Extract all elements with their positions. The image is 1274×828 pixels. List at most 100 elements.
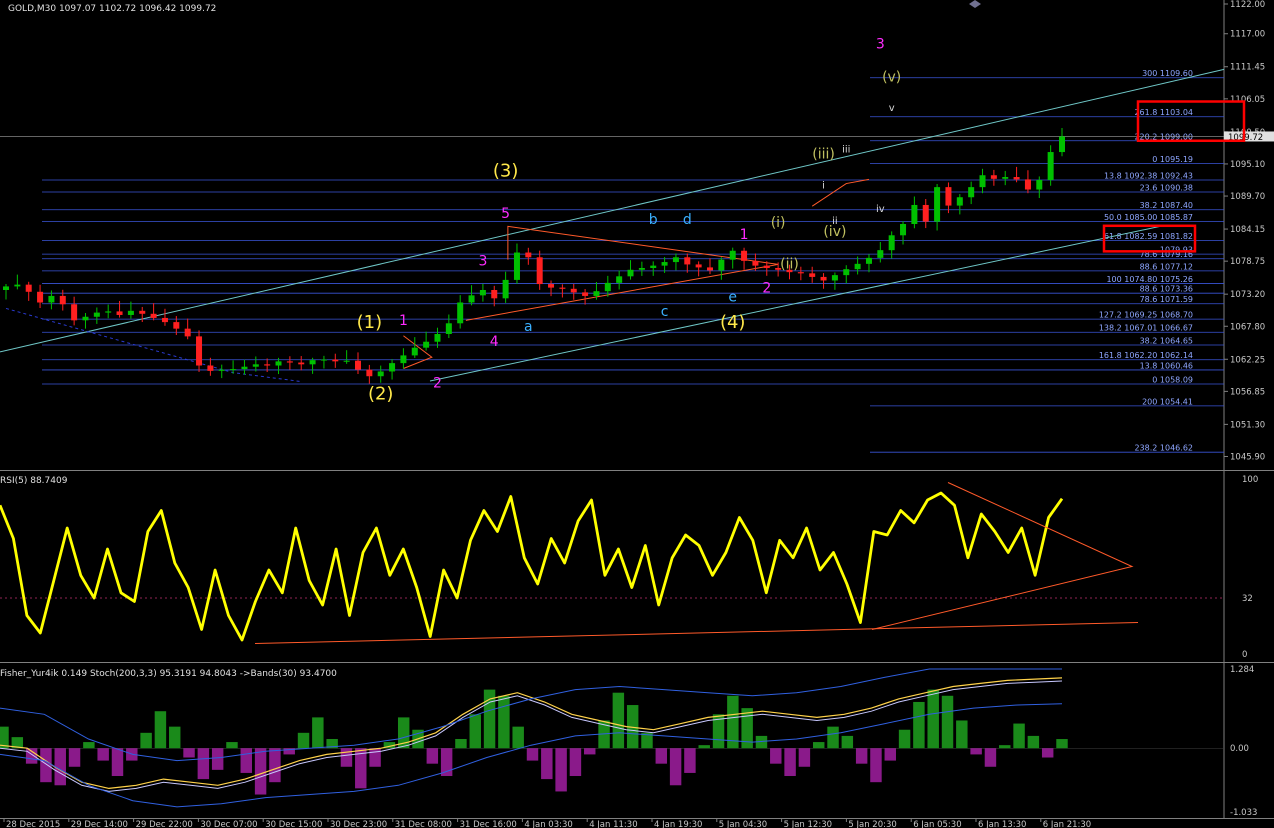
candle-body xyxy=(207,365,214,371)
wave-label: (4) xyxy=(720,312,746,333)
candle-body xyxy=(627,269,634,277)
candle-body xyxy=(559,287,566,289)
fisher-histogram-bar xyxy=(984,748,997,767)
candle-body xyxy=(434,334,441,342)
fisher-histogram-bar xyxy=(154,711,167,749)
fib-level-label: 13.8 1092.38 1092.43 xyxy=(1104,172,1193,181)
wave-label: ii xyxy=(832,216,838,227)
candle-body xyxy=(48,295,55,303)
candle-body xyxy=(82,316,89,321)
time-tick-label: 4 Jan 03:30 xyxy=(524,820,572,828)
candle-body xyxy=(1002,177,1009,179)
wave-label: (2) xyxy=(368,383,394,404)
candle-body xyxy=(502,279,509,299)
candle-body xyxy=(979,175,986,188)
fisher-histogram-bar xyxy=(269,748,281,783)
fib-level-label: 127.2 1069.25 1068.70 xyxy=(1099,311,1193,320)
price-tick-label: 1062.25 xyxy=(1230,355,1265,365)
candle-body xyxy=(309,360,316,365)
candle-body xyxy=(93,312,100,317)
wave-label: 4 xyxy=(490,334,499,350)
candle-body xyxy=(956,197,963,206)
fib-level-label: 161.8 1062.20 1062.14 xyxy=(1099,351,1193,360)
fisher-histogram-bar xyxy=(211,748,224,770)
fisher-tick-label: -1.033 xyxy=(1230,808,1257,818)
fisher-histogram-bar xyxy=(68,748,81,767)
candle-body xyxy=(332,359,339,362)
candle-body xyxy=(275,361,282,366)
fisher-histogram-bar xyxy=(426,748,439,764)
fib-level-label: 261.8 1103.04 xyxy=(1134,108,1193,117)
wave-label: 1 xyxy=(740,227,749,243)
fisher-histogram-bar xyxy=(254,748,267,795)
fisher-histogram-bar xyxy=(183,748,195,758)
time-tick-label: 30 Dec 07:00 xyxy=(200,820,257,828)
fisher-histogram-bar xyxy=(455,738,467,749)
wave-label: b xyxy=(649,212,658,228)
fib-level-label: 200 1054.41 xyxy=(1142,397,1193,406)
fisher-histogram-bar xyxy=(898,729,911,749)
candle-body xyxy=(230,369,237,371)
fib-level-label: 238.2 1046.62 xyxy=(1134,444,1193,453)
candle-body xyxy=(888,235,895,251)
candle-body xyxy=(468,295,475,303)
candle-body xyxy=(1013,177,1020,180)
price-tick-label: 1117.00 xyxy=(1230,30,1265,40)
fisher-tick-label: 1.284 xyxy=(1230,665,1254,675)
fib-level-label: 50.0 1085.00 1085.87 xyxy=(1104,213,1193,222)
price-tick-label: 1095.10 xyxy=(1230,160,1265,170)
candle-body xyxy=(400,355,407,364)
candle-body xyxy=(445,323,452,334)
fib-level-label: 0 1058.09 xyxy=(1152,376,1193,385)
wave-label: c xyxy=(661,304,669,320)
candle-body xyxy=(650,265,657,268)
candle-body xyxy=(865,257,872,264)
fisher-histogram-bar xyxy=(83,742,95,749)
wave-label: iv xyxy=(876,204,885,215)
fisher-histogram-bar xyxy=(140,732,152,749)
candle-body xyxy=(184,328,191,337)
wave-label: 5 xyxy=(501,206,510,222)
time-tick-label: 28 Dec 2015 xyxy=(6,820,60,828)
wave-label: a xyxy=(524,319,533,335)
fisher-histogram-bar xyxy=(884,748,896,761)
fib-level-label: 61.8 1082.59 1081.82 xyxy=(1104,232,1193,241)
candle-body xyxy=(638,268,645,270)
candle-body xyxy=(843,269,850,276)
candle-body xyxy=(934,187,941,222)
rsi-tick-label: 100 xyxy=(1242,475,1258,485)
rsi-tick-label: 0 xyxy=(1242,650,1247,660)
time-tick-label: 4 Jan 11:30 xyxy=(589,820,637,828)
wave-label: (3) xyxy=(493,160,519,181)
fisher-histogram-bar xyxy=(1013,723,1025,749)
time-tick-label: 4 Jan 19:30 xyxy=(654,820,702,828)
time-tick-label: 30 Dec 23:00 xyxy=(330,820,387,828)
candle-body xyxy=(491,290,498,299)
wave-label: e xyxy=(728,289,737,305)
candle-body xyxy=(479,290,486,296)
price-tick-label: 1045.90 xyxy=(1230,452,1265,462)
price-tick-label: 1084.15 xyxy=(1230,225,1265,235)
fib-level-label: 38.2 1087.40 xyxy=(1140,201,1193,210)
candle-body xyxy=(411,347,418,356)
candle-body xyxy=(536,257,543,285)
fisher-histogram-bar xyxy=(956,720,968,749)
rsi-tick-label: 32 xyxy=(1242,594,1253,604)
fisher-histogram-bar xyxy=(498,695,510,749)
candle-body xyxy=(809,273,816,277)
fib-level-label: 138.2 1067.01 1066.67 xyxy=(1099,324,1193,333)
candle-body xyxy=(1036,180,1043,190)
fisher-histogram-bar xyxy=(855,748,868,764)
candle-body xyxy=(252,364,259,367)
candle-body xyxy=(37,291,44,303)
candle-body xyxy=(820,276,827,281)
candle-body xyxy=(14,284,21,287)
fisher-histogram-bar xyxy=(798,748,811,767)
time-tick-label: 30 Dec 15:00 xyxy=(265,820,322,828)
fisher-histogram-bar xyxy=(784,748,796,777)
fisher-histogram-bar xyxy=(584,748,596,755)
fisher-histogram-bar xyxy=(841,735,854,749)
fisher-histogram-bar xyxy=(541,748,553,780)
time-tick-label: 29 Dec 14:00 xyxy=(71,820,128,828)
fisher-histogram-bar xyxy=(297,732,310,749)
